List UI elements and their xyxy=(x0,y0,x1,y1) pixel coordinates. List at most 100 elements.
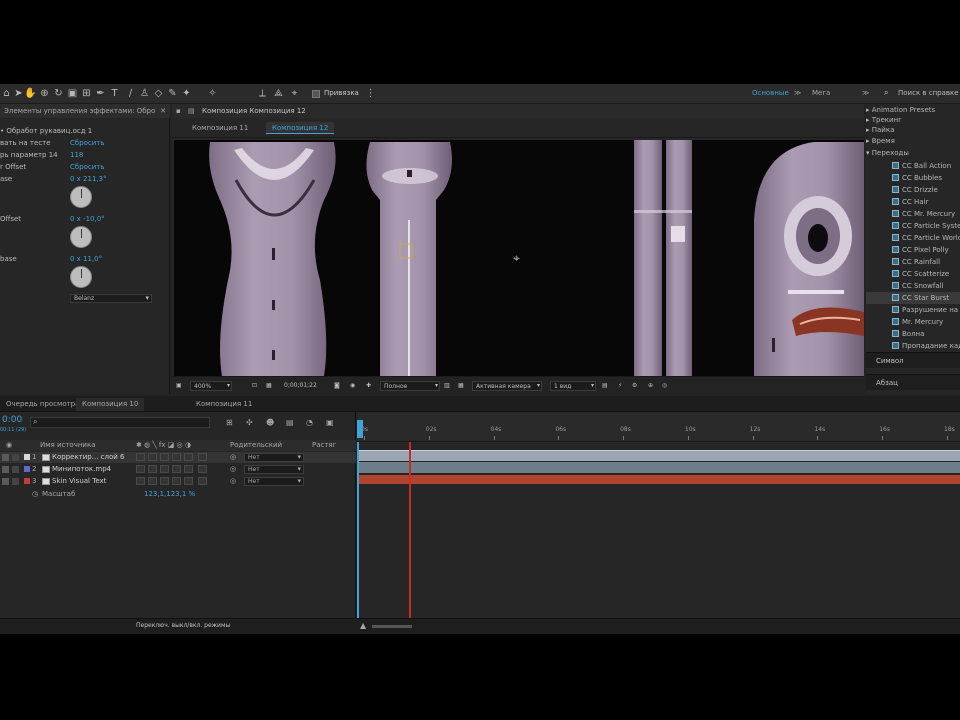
tab-comp-11[interactable]: Композиция 11 xyxy=(190,398,258,411)
panel-menu-icon[interactable]: ≫ xyxy=(862,89,869,97)
stopwatch-icon[interactable]: ◷ xyxy=(32,489,38,500)
layer-switch[interactable] xyxy=(172,465,181,473)
effect-row[interactable]: Offset 0 x -10,0° xyxy=(0,214,170,224)
preset-item[interactable]: CC Star Burst xyxy=(866,292,960,304)
preset-item[interactable]: CC Mr. Mercury xyxy=(866,208,960,220)
track-bar-text[interactable] xyxy=(359,475,960,484)
transparency-icon[interactable]: ▦ xyxy=(266,381,272,391)
subtab-comp-11[interactable]: Композиция 11 xyxy=(186,122,254,134)
snapshot-icon[interactable]: ◙ xyxy=(334,381,340,391)
angle-dial[interactable] xyxy=(70,186,92,208)
motion-blur-icon[interactable]: ◔ xyxy=(306,418,313,427)
mode-dropdown[interactable]: Belanz xyxy=(70,294,152,303)
effect-row-value[interactable]: 0 x -10,0° xyxy=(70,214,105,224)
effect-row[interactable]: вать на тесте Сбросить xyxy=(0,138,170,148)
close-icon[interactable]: ✕ xyxy=(160,104,166,118)
exposure-icon[interactable]: ◎ xyxy=(662,381,667,391)
view-axis-icon[interactable]: ⌖ xyxy=(288,87,301,100)
parent-pick-whip-icon[interactable]: ◎ xyxy=(230,464,236,475)
graph-editor-icon[interactable]: ▣ xyxy=(326,418,334,427)
preset-item[interactable]: CC Rainfall xyxy=(866,256,960,268)
preset-item[interactable]: CC Drizzle xyxy=(866,184,960,196)
preset-item[interactable]: Mr. Mercury xyxy=(866,316,960,328)
scale-property-row[interactable]: ◷ Масштаб 123,1,123,1 % xyxy=(0,489,356,500)
layer-name[interactable]: Корректир... слой 6 xyxy=(52,452,124,463)
visibility-toggle[interactable] xyxy=(2,466,9,473)
text-tool-icon[interactable]: T xyxy=(108,87,121,100)
layer-switch[interactable] xyxy=(198,465,207,473)
resolution-dropdown[interactable]: Полное xyxy=(380,381,440,391)
layer-switch[interactable] xyxy=(172,453,181,461)
workspace-menu-icon[interactable]: ≫ xyxy=(794,89,801,97)
track-bar-adjustment[interactable] xyxy=(357,450,960,461)
layer-label-color[interactable] xyxy=(24,454,30,460)
camera-dropdown[interactable]: Активная камера xyxy=(472,381,542,391)
layer-switch[interactable] xyxy=(136,477,145,485)
timeline-track-area[interactable]: 0s 02s 04s 06s 08s 10s 12s 14s 16s 18s xyxy=(357,412,960,618)
lock-icon[interactable]: ▪ xyxy=(176,107,181,115)
layer-row[interactable]: 3 Skin Visual Text ◎ Нет xyxy=(0,476,356,487)
composition-canvas[interactable]: ⌖ xyxy=(174,140,864,376)
camera-tool-icon[interactable]: ▣ xyxy=(66,87,79,100)
effect-row-value[interactable]: Сбросить xyxy=(70,138,105,148)
roto-brush-tool-icon[interactable]: ✎ xyxy=(166,87,179,100)
effect-row[interactable]: r Offset Сбросить xyxy=(0,162,170,172)
preset-item[interactable]: CC Particle World xyxy=(866,232,960,244)
layer-search-input[interactable]: ⌕ xyxy=(30,417,210,428)
rotate-tool-icon[interactable]: ↻ xyxy=(52,87,65,100)
shy-layers-icon[interactable]: ☻ xyxy=(266,418,274,427)
character-panel-tab[interactable]: Символ xyxy=(866,352,960,368)
angle-dial[interactable] xyxy=(70,226,92,248)
preset-folder[interactable]: ▸ Время xyxy=(866,135,960,147)
channel-icon[interactable]: ✚ xyxy=(366,381,371,391)
flowchart-icon[interactable]: ⊕ xyxy=(648,381,653,391)
snap-options-icon[interactable]: ⋮ xyxy=(364,87,377,100)
time-ruler[interactable] xyxy=(357,412,960,442)
region-icon[interactable]: ⊡ xyxy=(252,381,257,391)
hand-tool-icon[interactable]: ✋ xyxy=(24,87,37,100)
preset-item[interactable]: Пропадание кадр xyxy=(866,340,960,352)
region-of-interest-icon[interactable]: ▥ xyxy=(444,381,450,391)
preset-item[interactable]: CC Scatterize xyxy=(866,268,960,280)
effect-row-value[interactable]: 118 xyxy=(70,150,83,160)
viewer-tab-title[interactable]: Композиция Композиция 12 xyxy=(202,107,306,115)
track-bar-video[interactable] xyxy=(357,462,960,473)
grid-icon[interactable]: ▦ xyxy=(458,381,464,391)
audio-toggle[interactable] xyxy=(12,478,19,485)
layer-switch[interactable] xyxy=(136,453,145,461)
effect-row-value[interactable]: 0 x 211,3° xyxy=(70,174,107,184)
preset-item[interactable]: Волна xyxy=(866,328,960,340)
layer-switch[interactable] xyxy=(184,453,193,461)
layer-name[interactable]: Минипоток.mp4 xyxy=(52,464,111,475)
timeline-zoom-slider[interactable] xyxy=(372,625,412,628)
fast-preview-icon[interactable]: ⚡ xyxy=(618,381,622,391)
paragraph-panel-tab[interactable]: Абзац xyxy=(866,374,960,390)
always-preview-icon[interactable]: ▣ xyxy=(176,381,182,391)
puppet-pin-icon[interactable]: ✧ xyxy=(206,87,219,100)
preset-item[interactable]: CC Pixel Polly xyxy=(866,244,960,256)
preset-folder-open[interactable]: ▾ Переходы xyxy=(866,147,960,159)
tab-comp-10[interactable]: Композиция 10 xyxy=(76,398,145,411)
pan-behind-tool-icon[interactable]: ⊞ xyxy=(80,87,93,100)
layer-row[interactable]: 1 Корректир... слой 6 ◎ Нет xyxy=(0,452,356,463)
search-icon[interactable]: ⌕ xyxy=(884,88,888,98)
frame-blending-icon[interactable]: ▤ xyxy=(286,418,294,427)
audio-toggle[interactable] xyxy=(12,466,19,473)
effect-row-value[interactable]: Сбросить xyxy=(70,162,105,172)
comp-mini-flowchart-icon[interactable]: ⊞ xyxy=(226,418,233,427)
toggle-switches-modes[interactable]: Переключ. выкл/вкл. режимы xyxy=(136,622,230,629)
zoom-dropdown[interactable]: 400% xyxy=(190,381,232,391)
subtab-comp-12[interactable]: Композиция 12 xyxy=(266,122,335,134)
puppet-tool-icon[interactable]: ✦ xyxy=(180,87,193,100)
parent-dropdown[interactable]: Нет xyxy=(244,465,304,474)
work-area-start-handle[interactable] xyxy=(357,420,363,438)
layer-switch[interactable] xyxy=(198,453,207,461)
preset-item[interactable]: CC Particle Syste xyxy=(866,220,960,232)
timeline-icon[interactable]: ⚙ xyxy=(632,381,637,391)
preset-item[interactable]: CC Ball Action xyxy=(866,160,960,172)
layer-switch[interactable] xyxy=(136,465,145,473)
effect-row[interactable]: base 0 x 11,0° xyxy=(0,254,170,264)
layer-switch[interactable] xyxy=(148,453,157,461)
clone-stamp-tool-icon[interactable]: ♙ xyxy=(138,87,151,100)
tab-render-queue[interactable]: Очередь просмотра xyxy=(0,398,85,411)
